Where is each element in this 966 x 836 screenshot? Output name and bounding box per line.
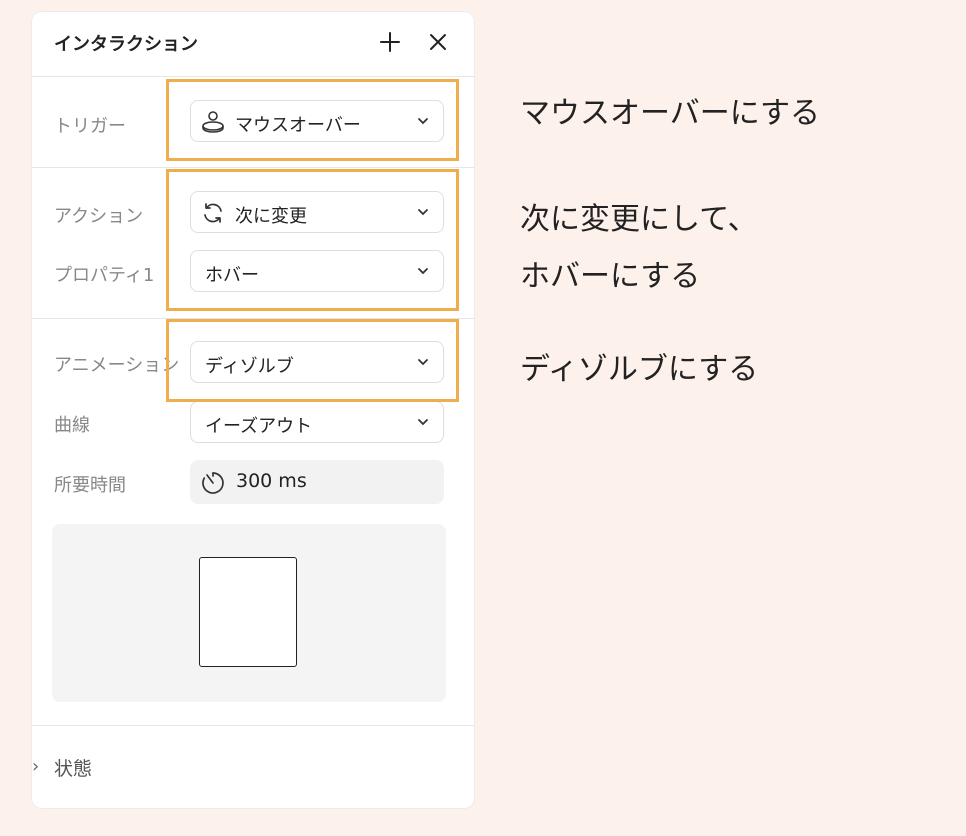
trigger-note: マウスオーバーにする — [520, 96, 820, 131]
action-note-line2: ホバーにする — [520, 259, 701, 294]
trigger-highlight — [166, 79, 459, 161]
action-note-line1: 次に変更にして、 — [520, 202, 758, 237]
action-highlight — [166, 169, 459, 311]
curve-value: イーズアウト — [205, 416, 313, 437]
close-button[interactable] — [422, 26, 454, 58]
duration-field[interactable]: 300 ms — [190, 460, 444, 504]
preview-frame — [199, 557, 297, 667]
animation-label: アニメーション — [54, 355, 180, 376]
animation-note: ディゾルブにする — [520, 352, 759, 387]
divider — [32, 167, 474, 168]
curve-select[interactable]: イーズアウト — [190, 401, 444, 443]
chevron-right-icon: › — [32, 756, 40, 777]
duration-value: 300 ms — [236, 470, 307, 492]
plus-icon — [380, 32, 400, 52]
close-icon — [430, 34, 446, 50]
divider — [32, 725, 474, 726]
trigger-label: トリガー — [54, 116, 126, 137]
divider — [32, 76, 474, 77]
state-section-label: 状態 — [54, 758, 93, 780]
add-button[interactable] — [374, 26, 406, 58]
duration-label: 所要時間 — [54, 475, 126, 496]
chevron-down-icon — [418, 419, 428, 426]
property-label: プロパティ1 — [54, 265, 155, 286]
panel-header: インタラクション — [32, 12, 474, 76]
animation-preview — [52, 524, 446, 702]
action-label: アクション — [54, 206, 144, 227]
timer-icon — [202, 472, 224, 494]
panel-title: インタラクション — [54, 34, 198, 55]
state-section-toggle[interactable]: › 状態 — [32, 748, 474, 788]
curve-label: 曲線 — [54, 415, 90, 436]
animation-highlight — [166, 319, 459, 402]
